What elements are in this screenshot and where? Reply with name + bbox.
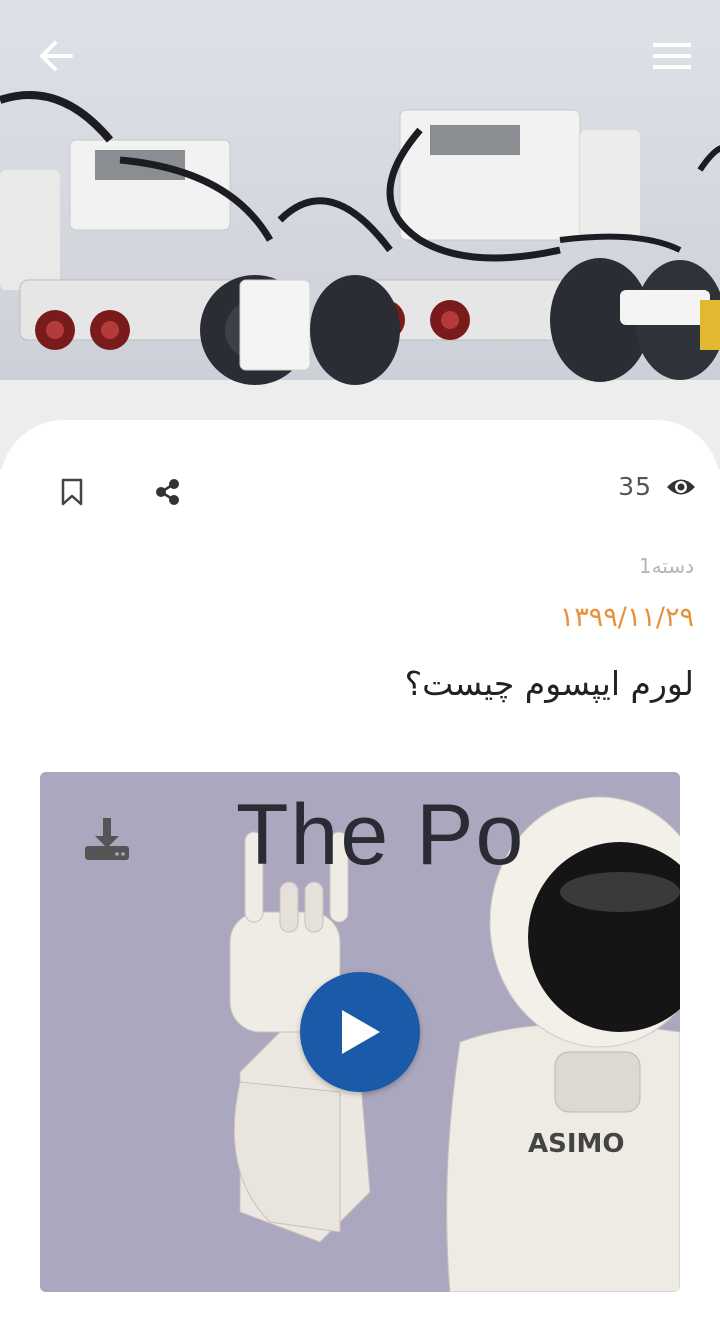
hero-photo [0,0,720,470]
category-label: دسته1 [638,554,694,578]
play-button[interactable] [300,972,420,1092]
video-player[interactable]: ASIMO The Po [40,772,680,1292]
svg-text:ASIMO: ASIMO [528,1129,625,1159]
view-counter: 35 [618,472,696,501]
menu-button[interactable] [644,28,700,84]
video-poster-text: The Po [236,787,526,883]
views-count: 35 [618,472,652,501]
share-button[interactable] [144,468,192,516]
bookmark-button[interactable] [48,468,96,516]
share-icon [156,479,179,505]
hamburger-menu-icon [653,43,691,69]
bookmark-icon [61,478,83,506]
back-button[interactable] [28,28,84,84]
article-title: لورم ایپسوم چیست؟ [404,664,694,703]
download-icon [85,818,129,860]
arrow-left-icon [40,41,73,71]
play-icon [342,1010,380,1054]
publish-date: ۱۳۹۹/۱۱/۲۹ [559,602,694,633]
action-bar: 35 [0,450,720,534]
download-button[interactable] [80,812,134,866]
hero-image [0,0,720,470]
eye-icon [667,479,695,494]
